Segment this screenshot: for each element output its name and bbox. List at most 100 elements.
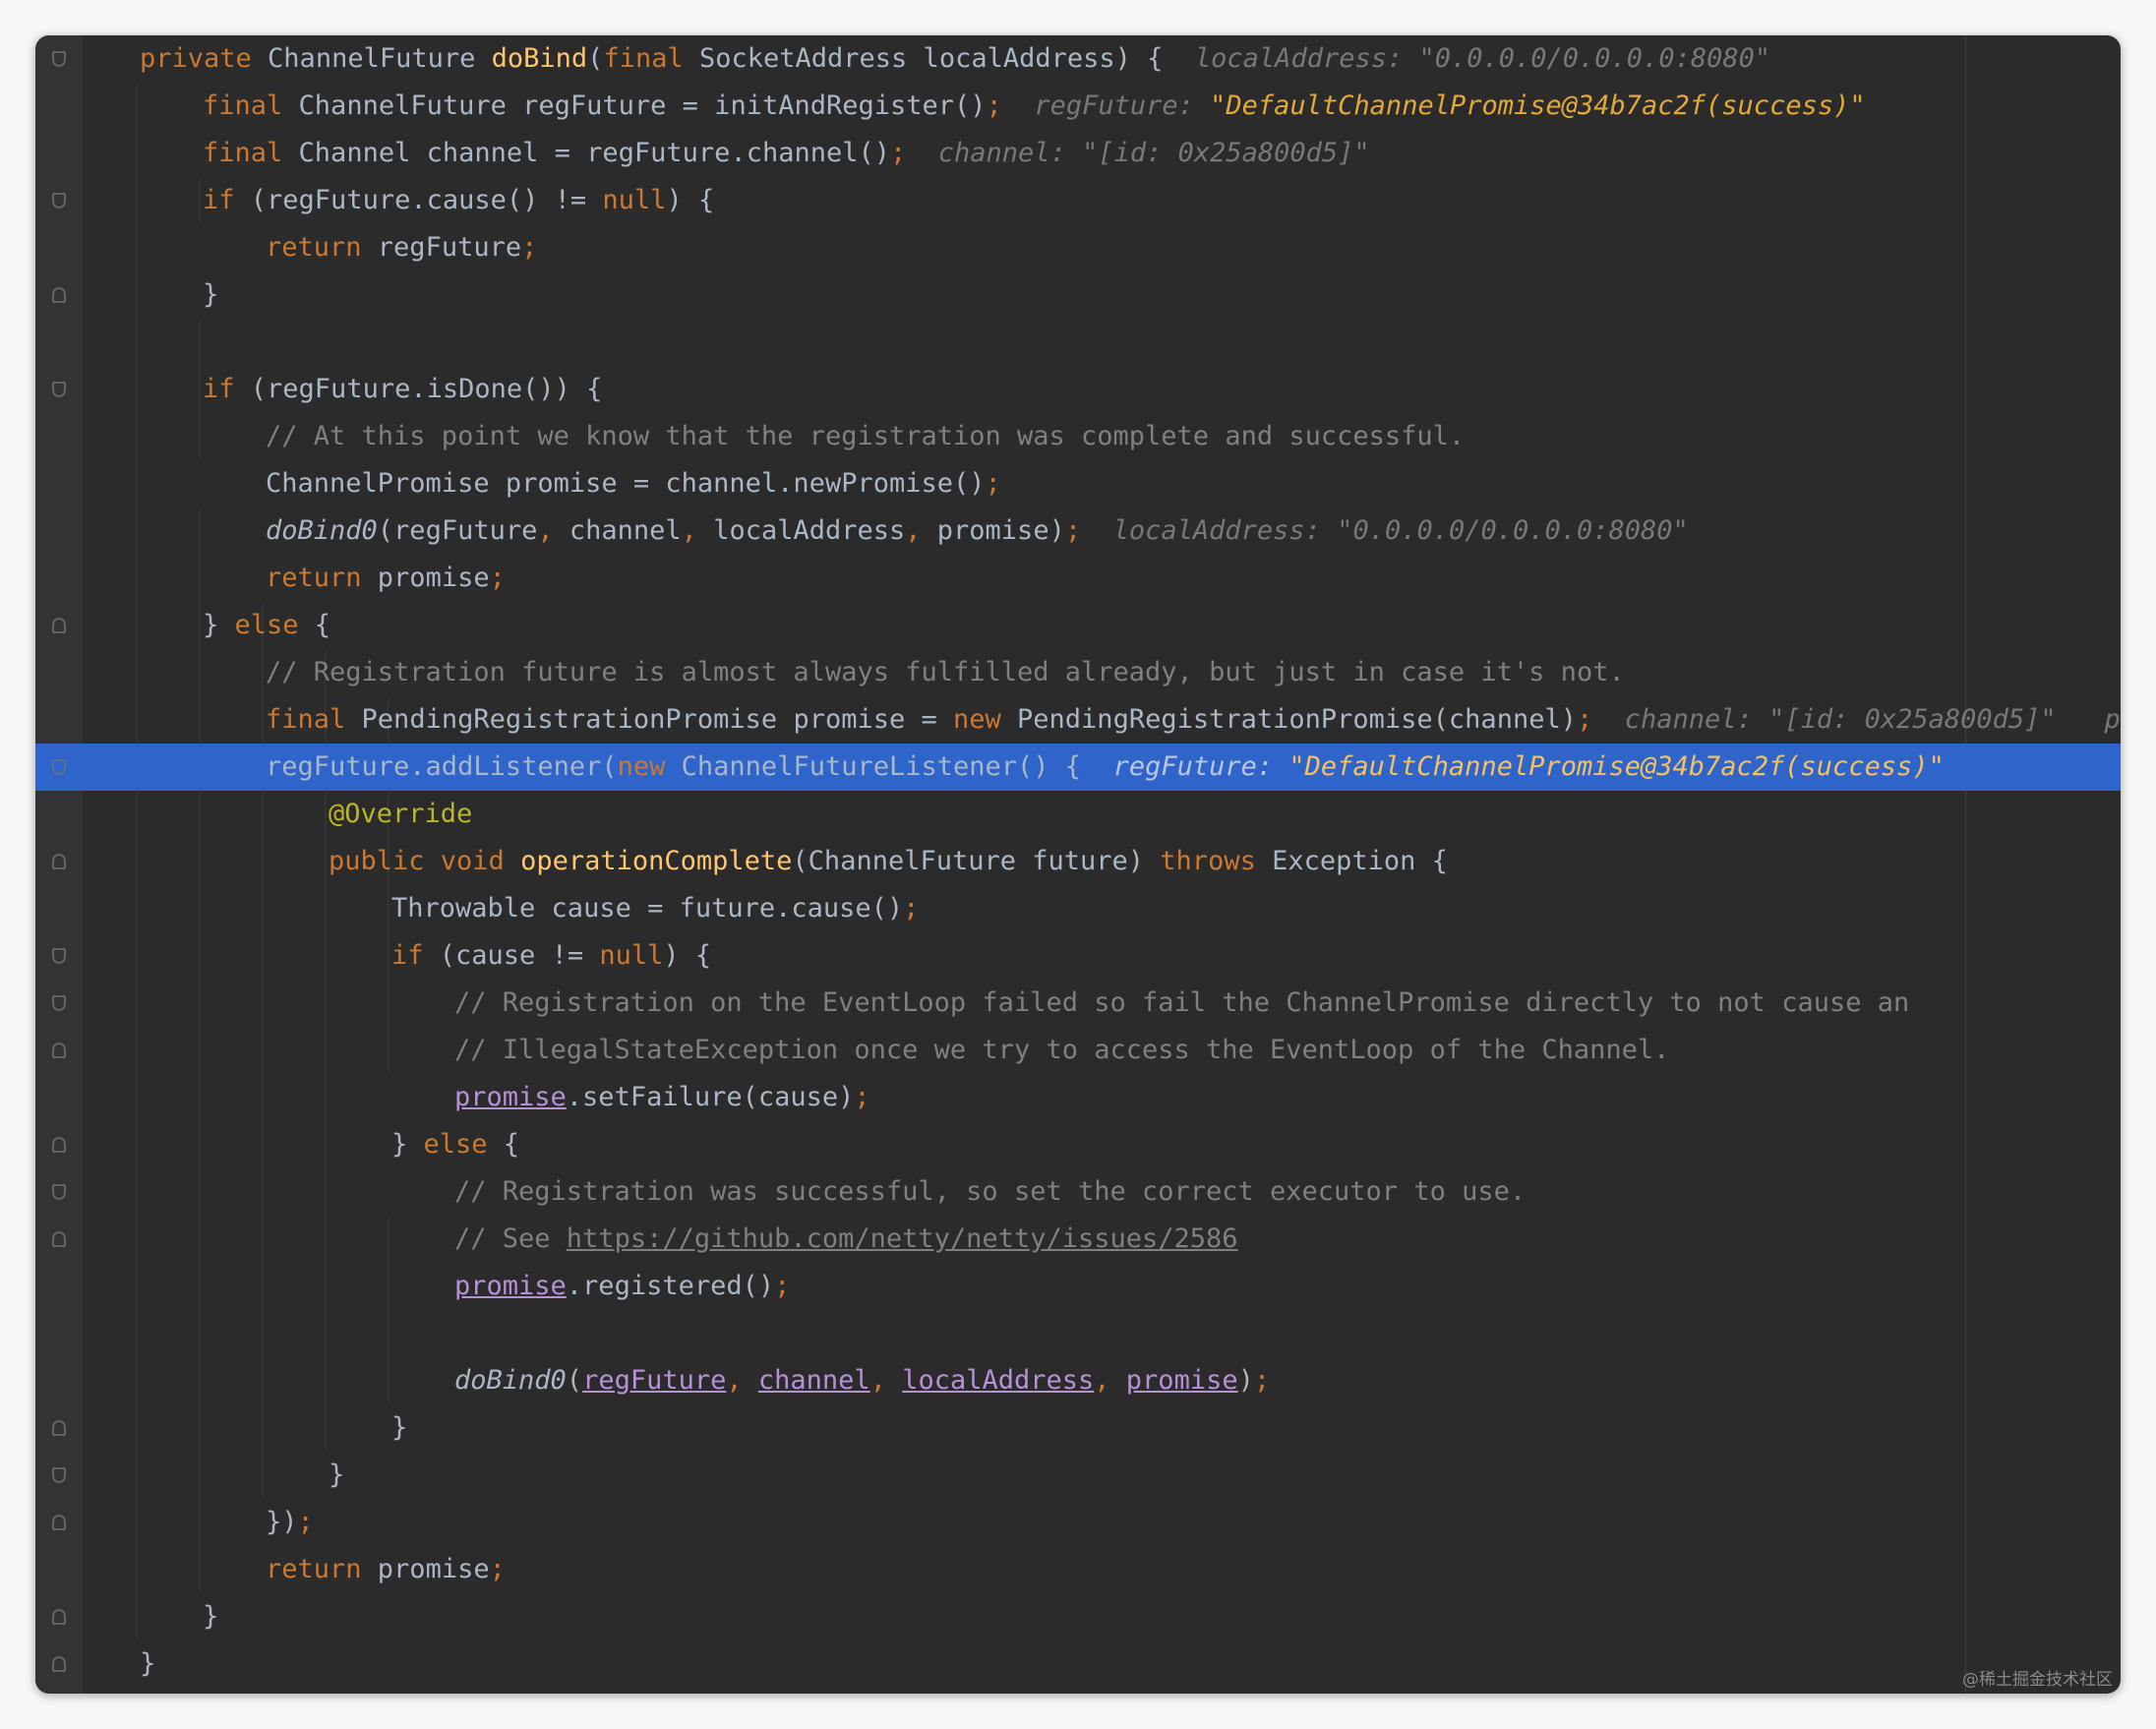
code-line[interactable]: } (35, 1452, 2121, 1499)
code-line[interactable]: } else { (35, 1121, 2121, 1168)
code-token: ) { (666, 185, 715, 215)
code-line[interactable]: ChannelPromise promise = channel.newProm… (35, 460, 2121, 507)
code-token: channel (569, 515, 682, 546)
fold-open-icon[interactable] (52, 382, 66, 397)
code-token: } (203, 279, 219, 310)
code-token: localAddress (713, 515, 906, 546)
comma: , (726, 1365, 758, 1396)
semicolon: ; (903, 893, 920, 924)
inline-debug-hint-value: "[id: 0x25a800d5]" (1082, 138, 1370, 168)
code-line[interactable]: return promise; (35, 555, 2121, 602)
keyword: if (203, 185, 251, 215)
keyword: return (266, 232, 378, 263)
code-token: ( (566, 1365, 583, 1396)
code-line[interactable]: // IllegalStateException once we try to … (35, 1027, 2121, 1074)
current-execution-line[interactable]: regFuture.addListener(new ChannelFutureL… (35, 744, 2121, 791)
code-token: } (391, 1129, 424, 1160)
comma: , (869, 1365, 903, 1396)
keyword: else (234, 610, 315, 640)
fold-open-icon[interactable] (52, 759, 66, 775)
fold-close-icon[interactable] (52, 287, 66, 303)
code-line[interactable]: } (35, 271, 2121, 319)
inline-debug-hint-name: localAddress: (1112, 515, 1338, 546)
fold-open-icon[interactable] (52, 1467, 66, 1483)
code-line[interactable]: promise.registered(); (35, 1263, 2121, 1310)
code-token: (regFuture.isDone()) { (250, 374, 603, 404)
fold-close-icon[interactable] (52, 618, 66, 633)
code-token: ) (1237, 1365, 1254, 1396)
code-token: .setFailure(cause) (566, 1082, 855, 1112)
code-token: } (140, 1648, 156, 1679)
code-line[interactable]: public void operationComplete(ChannelFut… (35, 838, 2121, 885)
code-line[interactable]: if (cause != null) { (35, 932, 2121, 980)
fold-close-icon[interactable] (52, 1609, 66, 1625)
code-line[interactable]: Throwable cause = future.cause(); (35, 885, 2121, 932)
code-line[interactable]: }); (35, 1499, 2121, 1546)
code-line[interactable]: return promise; (35, 1546, 2121, 1593)
keyword: null (599, 940, 664, 971)
fold-close-icon[interactable] (52, 1420, 66, 1436)
captured-variable-ref: channel (757, 1365, 870, 1396)
code-line[interactable]: final PendingRegistrationPromise promise… (35, 696, 2121, 744)
code-line[interactable]: if (regFuture.isDone()) { (35, 366, 2121, 413)
code-token: } (203, 610, 235, 640)
semicolon: ; (986, 90, 1002, 121)
code-line[interactable]: return regFuture; (35, 224, 2121, 271)
fold-close-icon[interactable] (52, 1656, 66, 1672)
code-line[interactable]: // Registration on the EventLoop failed … (35, 980, 2121, 1027)
keyword: new (953, 704, 1018, 735)
code-line[interactable]: private ChannelFuture doBind(final Socke… (35, 35, 2121, 83)
code-line[interactable]: promise.setFailure(cause); (35, 1074, 2121, 1121)
code-line[interactable]: // Registration was successful, so set t… (35, 1168, 2121, 1216)
fold-close-icon[interactable] (52, 1043, 66, 1058)
fold-open-icon[interactable] (52, 51, 66, 67)
fold-close-icon[interactable] (52, 854, 66, 869)
inline-debug-hint-name: channel: (1624, 704, 1769, 735)
code-line[interactable]: // Registration future is almost always … (35, 649, 2121, 696)
code-token: { (503, 1129, 520, 1160)
keyword: final (203, 90, 299, 121)
semicolon: ; (1253, 1365, 1271, 1396)
code-line[interactable]: } else { (35, 602, 2121, 649)
code-line[interactable]: doBind0(regFuture, channel, localAddress… (35, 1357, 2121, 1404)
code-token: promise) (936, 515, 1065, 546)
inline-debug-hint-value: "DefaultChannelPromise@34b7ac2f(success)… (1288, 751, 1945, 782)
code-line[interactable]: doBind0(regFuture, channel, localAddress… (35, 507, 2121, 555)
comment: // Registration future is almost always … (266, 657, 1625, 687)
code-line[interactable]: // At this point we know that the regist… (35, 413, 2121, 460)
issue-link[interactable]: https://github.com/netty/netty/issues/25… (567, 1223, 1238, 1254)
fold-close-icon[interactable] (52, 1231, 66, 1247)
code-line[interactable]: } (35, 1593, 2121, 1640)
code-line[interactable]: // See https://github.com/netty/netty/is… (35, 1216, 2121, 1263)
fold-open-icon[interactable] (52, 193, 66, 209)
comma: , (681, 515, 714, 546)
semicolon: ; (985, 468, 1001, 499)
code-token: promise (377, 1554, 490, 1584)
semicolon: ; (521, 232, 538, 263)
code-token: ( (587, 43, 604, 74)
code-editor[interactable]: private ChannelFuture doBind(final Socke… (35, 35, 2121, 1694)
code-line[interactable]: } (35, 1640, 2121, 1688)
fold-close-icon[interactable] (52, 1137, 66, 1153)
code-line[interactable]: final ChannelFuture regFuture = initAndR… (35, 83, 2121, 130)
keyword: private (140, 43, 269, 74)
semicolon: ; (1064, 515, 1082, 546)
code-line[interactable]: @Override (35, 791, 2121, 838)
code-token: promise (377, 563, 490, 593)
fold-open-icon[interactable] (52, 1184, 66, 1200)
code-line[interactable]: } (35, 1404, 2121, 1452)
code-token: } (329, 1460, 345, 1490)
code-line[interactable]: if (regFuture.cause() != null) { (35, 177, 2121, 224)
code-token: (cause != (439, 940, 600, 971)
code-line[interactable]: final Channel channel = regFuture.channe… (35, 130, 2121, 177)
inline-debug-hint-value: "[id: 0x25a800d5]" (1768, 704, 2057, 735)
code-token: Channel channel = regFuture.channel() (298, 138, 890, 168)
comment: // IllegalStateException once we try to … (454, 1035, 1670, 1065)
fold-open-icon[interactable] (52, 948, 66, 964)
code-token: PendingRegistrationPromise promise = (361, 704, 953, 735)
fold-open-icon[interactable] (52, 995, 66, 1011)
code-token: } (391, 1412, 408, 1443)
code-token: ) { (663, 940, 712, 971)
code-token: } (203, 1601, 219, 1632)
fold-close-icon[interactable] (52, 1515, 66, 1530)
